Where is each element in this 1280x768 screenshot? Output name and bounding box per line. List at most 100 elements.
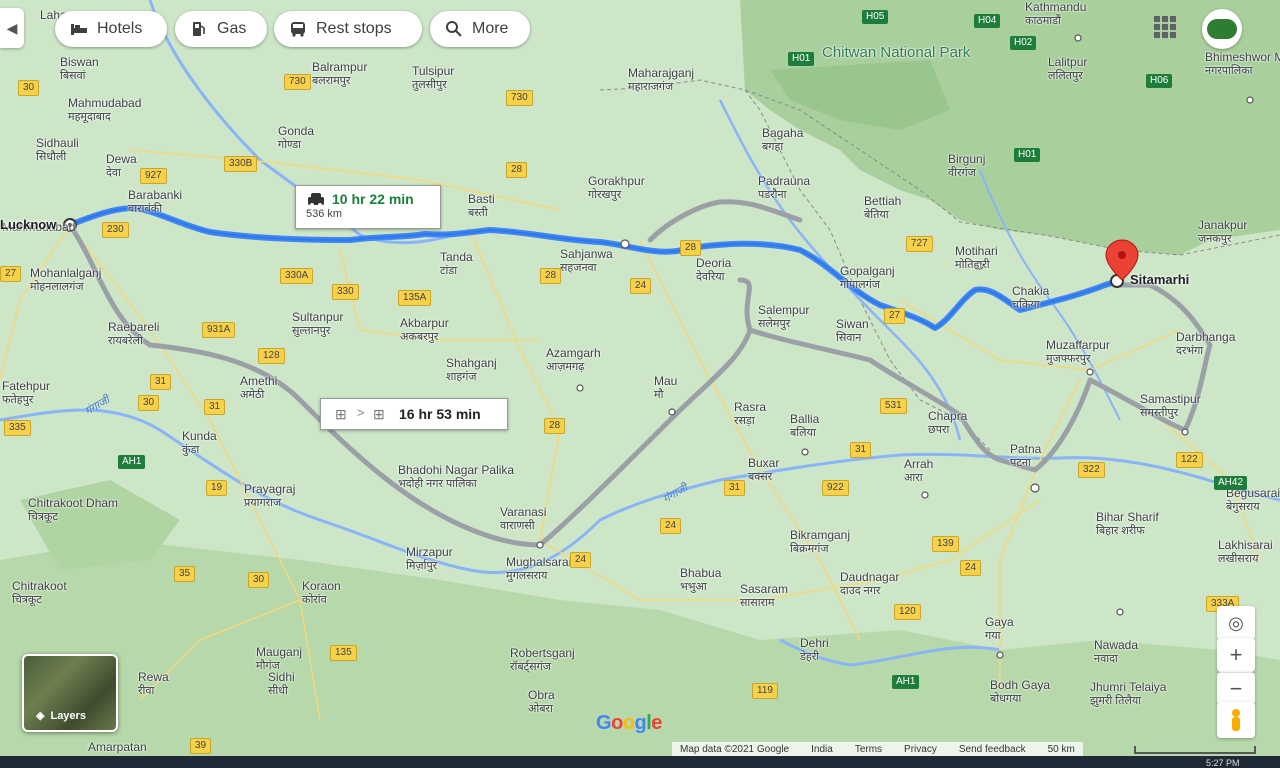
place-label[interactable]: Maharajganj महाराजगंज: [628, 66, 694, 94]
place-label[interactable]: Obra ओबरा: [528, 688, 555, 716]
more-chip[interactable]: More: [430, 11, 530, 47]
place-label[interactable]: Balrampur बलरामपुर: [312, 60, 367, 88]
place-label[interactable]: Robertsganj रॉबर्ट्सगंज: [510, 646, 575, 674]
place-label[interactable]: Basti बस्ती: [468, 192, 495, 220]
place-label[interactable]: Sahjanwa सहजनवा: [560, 247, 613, 275]
place-label[interactable]: Raebareli रायबरेली: [108, 320, 159, 348]
place-label[interactable]: Dewa देवा: [106, 152, 137, 180]
driving-route-callout[interactable]: 10 hr 22 min 536 km: [295, 185, 441, 229]
place-label[interactable]: Biswan बिसवां: [60, 55, 99, 83]
place-label[interactable]: Mauganj मौगंज: [256, 645, 302, 673]
collapse-panel-button[interactable]: ◀: [0, 8, 24, 48]
transit-route-callout[interactable]: ⊞ > ⊞ 16 hr 53 min: [320, 398, 508, 430]
place-label[interactable]: Chitrakoot चित्रकूट: [12, 579, 67, 607]
place-label[interactable]: Mohanlalganj मोहनलालगंज: [30, 266, 101, 294]
route-endpoint-label[interactable]: Lucknow: [0, 217, 56, 232]
apps-grid-icon[interactable]: [1154, 16, 1176, 38]
place-label[interactable]: Janakpur जनकपुर: [1198, 218, 1247, 246]
place-label[interactable]: Bihar Sharif बिहार शरीफ: [1096, 510, 1159, 538]
route-endpoint-label[interactable]: Sitamarhi: [1130, 272, 1189, 287]
place-label[interactable]: Ballia बलिया: [790, 412, 819, 440]
place-label[interactable]: Deoria देवरिया: [696, 256, 731, 284]
place-label[interactable]: Arrah आरा: [904, 457, 933, 485]
place-label[interactable]: Bagaha बगहा: [762, 126, 803, 154]
street-view-button[interactable]: [1217, 702, 1255, 738]
place-label[interactable]: Sidhauli सिधौली: [36, 136, 79, 164]
place-label[interactable]: Shahganj शाहगंज: [446, 356, 497, 384]
minus-icon: −: [1229, 676, 1243, 701]
place-label[interactable]: Akbarpur अकबरपुर: [400, 316, 449, 344]
place-label[interactable]: Begusarai बेगुसराय: [1226, 486, 1280, 514]
hotels-chip[interactable]: Hotels: [55, 11, 167, 47]
privacy-link[interactable]: Privacy: [904, 744, 937, 755]
place-label[interactable]: Sasaram सासाराम: [740, 582, 788, 610]
send-feedback-link[interactable]: Send feedback: [959, 744, 1026, 755]
place-label[interactable]: Prayagraj प्रयागराज: [244, 482, 295, 510]
highway-shield: 335: [4, 420, 31, 436]
place-label[interactable]: Rewa रीवा: [138, 670, 169, 698]
rest-stops-chip[interactable]: Rest stops: [274, 11, 422, 47]
place-label[interactable]: Chitrakoot Dham चित्रकूट: [28, 496, 118, 524]
place-label[interactable]: Patna पटना: [1010, 442, 1041, 470]
place-label[interactable]: Sidhi सीधी: [268, 670, 295, 698]
place-label[interactable]: Motihari मोतिहारी: [955, 244, 998, 272]
place-label[interactable]: Tanda टांडा: [440, 250, 473, 278]
highway-shield: 922: [822, 480, 849, 496]
place-label[interactable]: Daudnagar दाउद नगर: [840, 570, 899, 598]
gas-chip[interactable]: Gas: [175, 11, 267, 47]
place-label[interactable]: Bikramganj बिक्रमगंज: [790, 528, 850, 556]
place-label[interactable]: Kathmandu काठमाडौं: [1025, 0, 1086, 28]
place-label[interactable]: Chapra छपरा: [928, 409, 967, 437]
place-label[interactable]: Kunda कुंडा: [182, 429, 217, 457]
place-label[interactable]: Birgunj वीरगंज: [948, 152, 985, 180]
place-label[interactable]: Lakhisarai लखीसराय: [1218, 538, 1273, 566]
place-label[interactable]: Rasra रसड़ा: [734, 400, 766, 428]
place-label[interactable]: Gorakhpur गोरखपुर: [588, 174, 645, 202]
place-label[interactable]: Samastipur समस्तीपुर: [1140, 392, 1201, 420]
place-label[interactable]: Gopalganj गोपालगंज: [840, 264, 895, 292]
zoom-in-button[interactable]: +: [1217, 638, 1255, 672]
place-label[interactable]: Mau मौ: [654, 374, 677, 402]
place-label[interactable]: Chitwan National Park: [822, 45, 970, 60]
place-label[interactable]: Bhadohi Nagar Palika भदोही नगर पालिका: [398, 463, 514, 491]
account-avatar[interactable]: [1202, 9, 1242, 49]
place-label[interactable]: Gaya गया: [985, 615, 1014, 643]
place-label[interactable]: Padrauna पडरौना: [758, 174, 810, 202]
place-label[interactable]: Koraon कोरांव: [302, 579, 341, 607]
place-label[interactable]: Chakia चकिया: [1012, 284, 1049, 312]
place-label[interactable]: Salempur सलेमपुर: [758, 303, 809, 331]
place-label[interactable]: Darbhanga दरभंगा: [1176, 330, 1235, 358]
place-label[interactable]: Dehri डेहरी: [800, 636, 829, 664]
place-label[interactable]: Amarpatan: [88, 740, 147, 754]
place-label[interactable]: Nawada नवादा: [1094, 638, 1138, 666]
place-label[interactable]: Mahmudabad महमूदाबाद: [68, 96, 141, 124]
place-label[interactable]: Mughalsarai मुगलसराय: [506, 555, 571, 583]
place-label[interactable]: Bhimeshwor Municipalityनगरपालिका: [1205, 50, 1280, 78]
place-label[interactable]: Muzaffarpur मुजफ्फरपुर: [1046, 338, 1110, 366]
place-label[interactable]: Sultanpur सुल्तानपुर: [292, 310, 343, 338]
layers-button[interactable]: ◈ Layers: [22, 654, 118, 732]
place-label[interactable]: Mirzapur मिर्ज़ापुर: [406, 545, 453, 573]
place-label[interactable]: Azamgarh आज़मगढ़: [546, 346, 601, 374]
place-label[interactable]: Bodh Gaya बोधगया: [990, 678, 1050, 706]
place-label[interactable]: Gonda गोण्डा: [278, 124, 314, 152]
place-label[interactable]: Bhabua भभुआ: [680, 566, 721, 594]
place-label[interactable]: Amethi अमेठी: [240, 374, 277, 402]
place-label[interactable]: Buxar बक्सर: [748, 456, 779, 484]
highway-shield: H04: [974, 14, 1001, 28]
map-canvas[interactable]: [0, 0, 1280, 768]
place-label[interactable]: Barabanki बाराबंकी: [128, 188, 182, 216]
highway-shield: 31: [850, 442, 872, 458]
country-link[interactable]: India: [811, 744, 833, 755]
terms-link[interactable]: Terms: [855, 744, 882, 755]
place-label[interactable]: Tulsipur तुलसीपुर: [412, 64, 454, 92]
my-location-button[interactable]: ◎: [1217, 606, 1255, 640]
place-label[interactable]: Siwan सिवान: [836, 317, 869, 345]
zoom-out-button[interactable]: −: [1217, 672, 1255, 705]
scale-bar: [1134, 746, 1256, 754]
place-label[interactable]: Lalitpur ललितपुर: [1048, 55, 1087, 83]
place-label[interactable]: Jhumri Telaiya झुमरी तिलैया: [1090, 680, 1166, 708]
place-label[interactable]: Varanasi वाराणसी: [500, 505, 546, 533]
place-label[interactable]: Fatehpur फतेहपुर: [2, 379, 50, 407]
place-label[interactable]: Bettiah बेतिया: [864, 194, 901, 222]
